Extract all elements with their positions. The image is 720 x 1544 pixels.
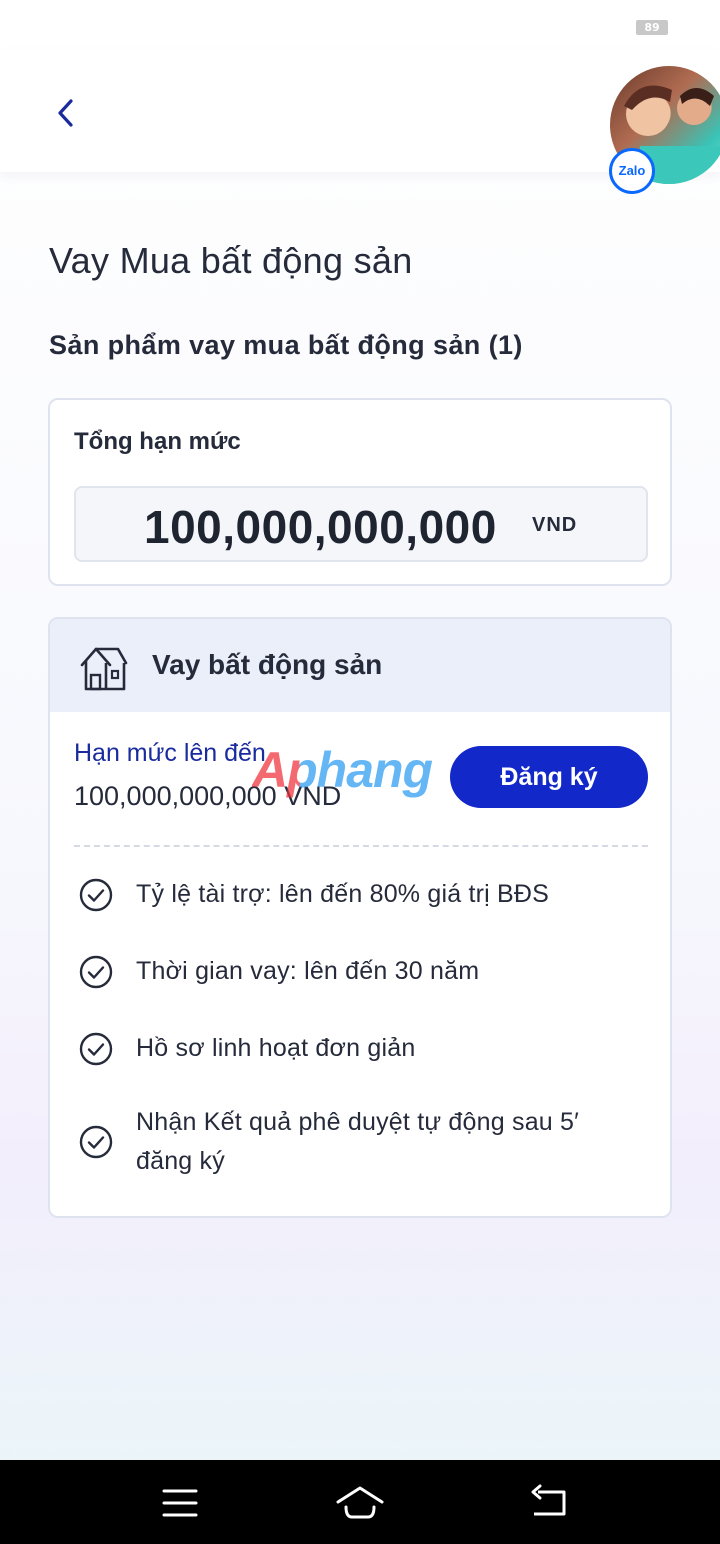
zalo-badge[interactable]: Zalo	[609, 148, 655, 194]
register-button[interactable]: Đăng ký	[450, 746, 648, 808]
feature-text: Thời gian vay: lên đến 30 năm	[136, 957, 480, 985]
menu-button[interactable]	[155, 1478, 205, 1528]
feature-item: Hồ sơ linh hoạt đơn giản	[78, 1029, 638, 1068]
feature-item: Nhận Kết quả phê duyệt tự động sau 5′ đă…	[78, 1103, 618, 1181]
status-bar: 89	[0, 0, 720, 50]
divider	[74, 845, 648, 847]
home-icon	[336, 1486, 384, 1519]
check-circle-icon	[79, 1032, 113, 1065]
total-limit-amount-box: 100,000,000,000 VND	[74, 486, 648, 562]
product-card: Vay bất động sản Hạn mức lên đến 100,000…	[48, 617, 672, 1218]
total-limit-amount: 100,000,000,000	[144, 501, 497, 553]
product-name: Vay bất động sản	[152, 649, 383, 680]
watermark-logo: Aphang	[252, 742, 433, 798]
section-title: Sản phẩm vay mua bất động sản (1)	[49, 330, 523, 360]
limit-label: Hạn mức lên đến	[74, 739, 266, 767]
feature-text: Hồ sơ linh hoạt đơn giản	[136, 1034, 416, 1062]
navigation-bar	[0, 1460, 720, 1544]
check-circle-icon	[79, 955, 113, 988]
feature-item: Tỷ lệ tài trợ: lên đến 80% giá trị BĐS	[78, 875, 638, 914]
system-back-button[interactable]	[524, 1478, 574, 1528]
check-circle-icon	[79, 878, 113, 911]
back-button[interactable]	[44, 88, 90, 138]
feature-text: Tỷ lệ tài trợ: lên đến 80% giá trị BĐS	[136, 880, 550, 908]
page-title: Vay Mua bất động sản	[49, 240, 413, 281]
total-limit-unit: VND	[532, 514, 578, 536]
feature-text: Nhận Kết quả phê duyệt tự động sau 5′ đă…	[136, 1108, 580, 1175]
total-limit-label: Tổng hạn mức	[74, 428, 241, 455]
battery-indicator: 89	[636, 20, 668, 35]
home-button[interactable]	[335, 1478, 385, 1528]
total-limit-card: Tổng hạn mức 100,000,000,000 VND	[48, 398, 672, 586]
house-icon	[80, 647, 128, 691]
check-circle-icon	[79, 1125, 113, 1159]
back-arrow-icon	[531, 1484, 566, 1516]
menu-icon	[162, 1489, 198, 1517]
product-header: Vay bất động sản	[50, 619, 670, 712]
feature-item: Thời gian vay: lên đến 30 năm	[78, 952, 638, 991]
chevron-left-icon	[58, 99, 73, 127]
